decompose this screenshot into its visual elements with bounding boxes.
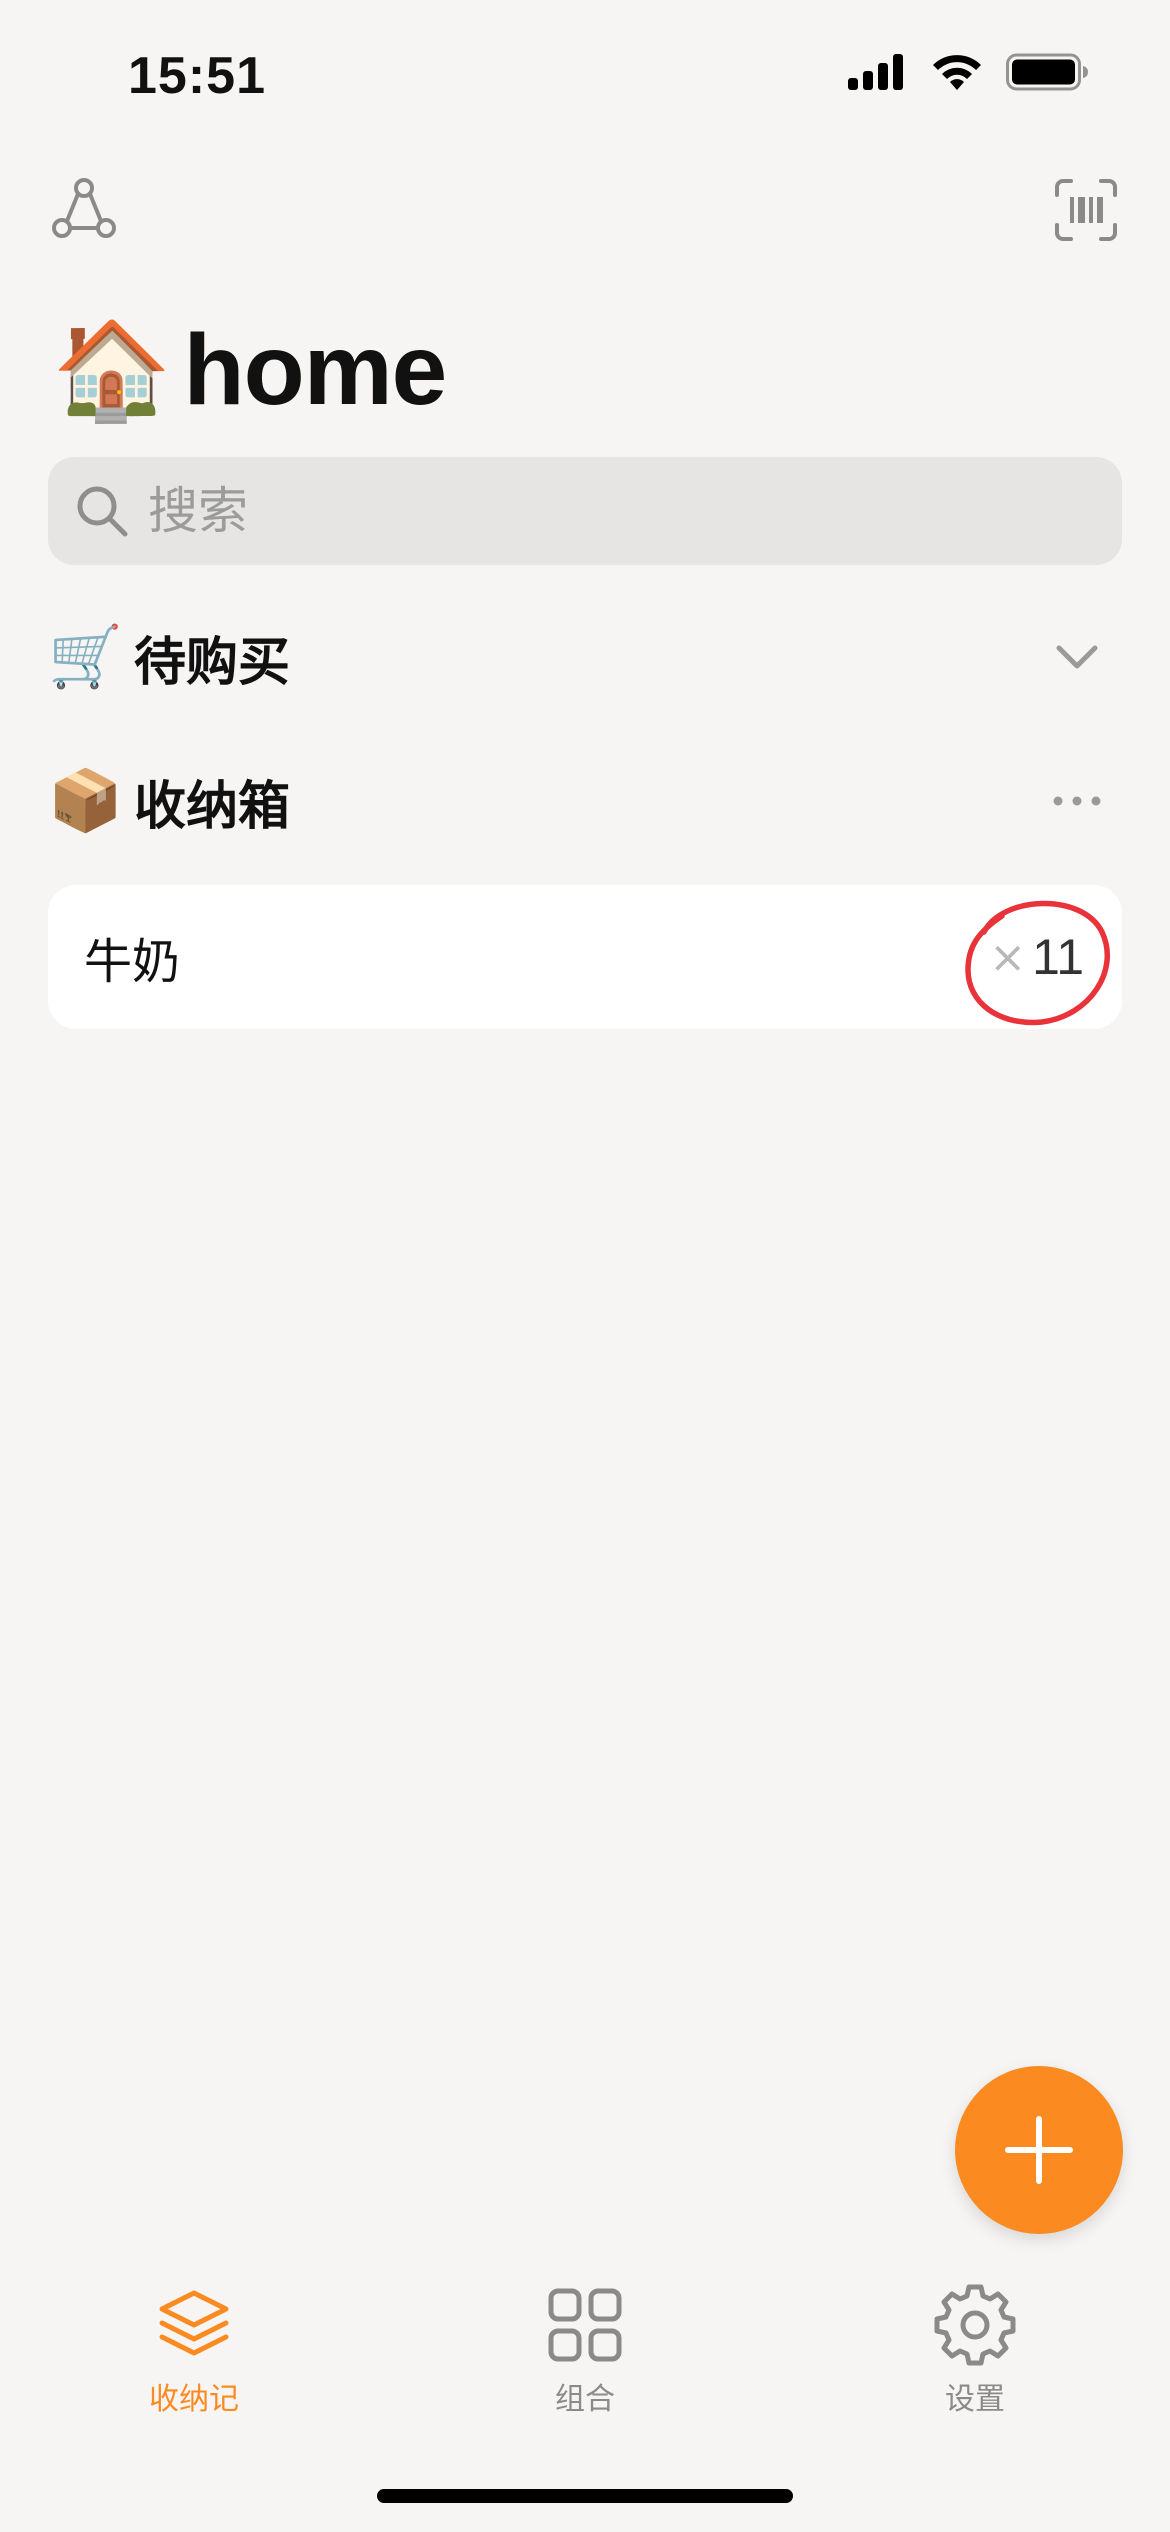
page-title: 🏠 home: [52, 300, 448, 440]
expand-button[interactable]: [1032, 612, 1122, 702]
add-button[interactable]: [955, 2066, 1123, 2234]
item-quantity: × 11: [989, 885, 1084, 1029]
share-button[interactable]: [44, 170, 124, 250]
list-item[interactable]: 牛奶 × 11: [48, 885, 1122, 1029]
share-icon: [52, 178, 116, 238]
battery-icon: [1006, 53, 1088, 91]
more-icon: [1053, 796, 1101, 806]
section-to-buy-label: 待购买: [134, 632, 291, 693]
tab-combinations[interactable]: 组合: [465, 2280, 705, 2440]
search-bar[interactable]: [48, 457, 1122, 565]
section-storage-label: 收纳箱: [134, 776, 291, 837]
gear-icon: [930, 2280, 1020, 2370]
cellular-signal-icon: [848, 54, 903, 90]
status-icons: [848, 52, 1090, 92]
plus-icon: [1005, 2116, 1073, 2184]
shopping-cart-icon: 🛒: [48, 622, 123, 692]
search-input[interactable]: [146, 481, 1050, 541]
layers-icon: [149, 2280, 239, 2370]
tab-bar: 收纳记 组合 设置: [0, 2280, 1170, 2440]
grid-icon: [540, 2280, 630, 2370]
tab-label: 收纳记: [149, 2382, 239, 2417]
home-indicator: [377, 2489, 793, 2503]
tab-settings[interactable]: 设置: [855, 2280, 1095, 2440]
tab-storage-notes[interactable]: 收纳记: [74, 2280, 314, 2440]
section-storage[interactable]: 📦 收纳箱: [48, 756, 1122, 846]
search-icon: [72, 481, 132, 541]
tab-label: 组合: [555, 2382, 615, 2417]
more-button[interactable]: [1032, 756, 1122, 846]
status-time: 15:51: [128, 47, 266, 105]
chevron-down-icon: [1056, 645, 1098, 669]
package-icon: 📦: [48, 766, 123, 836]
quantity-multiplier: ×: [989, 931, 1027, 983]
header-toolbar: [0, 170, 1170, 250]
page-title-text: home: [183, 314, 448, 426]
barcode-scan-button[interactable]: [1046, 170, 1126, 250]
section-to-buy[interactable]: 🛒 待购买: [48, 612, 1122, 702]
barcode-scan-icon: [1055, 179, 1117, 241]
wifi-icon: [933, 55, 981, 90]
tab-label: 设置: [945, 2382, 1005, 2417]
house-icon: 🏠: [52, 314, 172, 426]
quantity-value: 11: [1032, 929, 1084, 985]
status-bar: 15:51: [0, 0, 1170, 150]
item-name: 牛奶: [84, 934, 181, 990]
